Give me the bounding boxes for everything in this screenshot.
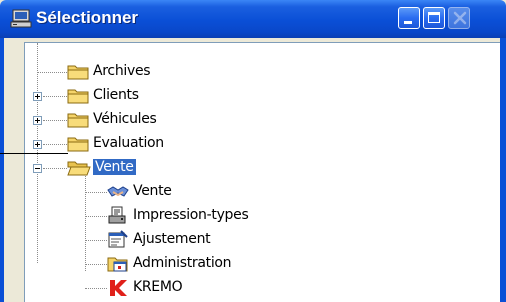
close-button[interactable] (448, 7, 470, 29)
adjustment-form-icon (108, 230, 128, 248)
close-icon (453, 11, 467, 25)
expand-plus-icon[interactable] (33, 92, 42, 101)
tree-item-label: KREMO (133, 279, 183, 295)
printer-document-icon (108, 206, 126, 224)
handshake-icon (107, 186, 129, 197)
tree-line (43, 168, 67, 169)
tree-line (85, 264, 107, 265)
collapse-minus-icon[interactable] (33, 164, 42, 173)
tree-item-label: Clients (93, 87, 139, 103)
tree-line (43, 120, 67, 121)
minimize-icon (404, 21, 412, 24)
tree-item-label: Impression-types (133, 207, 249, 223)
tree-item-kremo[interactable]: KREMO (25, 277, 495, 299)
maximize-icon (428, 12, 440, 23)
calendar-window-icon (107, 257, 128, 272)
tree-line (43, 144, 67, 145)
title-bar[interactable]: Sélectionner (0, 0, 506, 38)
tree-item-impression-types[interactable]: Impression-types (25, 205, 495, 227)
tree-line (85, 240, 107, 241)
tree-item-label: Evaluation (93, 135, 164, 151)
tree-item-label: Ajustement (133, 231, 211, 247)
tree-item-ajustement[interactable]: Ajustement (25, 229, 495, 251)
tree-line (85, 216, 107, 217)
folder-icon (67, 137, 89, 152)
folder-icon (67, 65, 89, 80)
window-border-left (0, 38, 4, 302)
window-border-right (500, 38, 506, 302)
expand-plus-icon[interactable] (33, 140, 42, 149)
tree-item-vente-folder[interactable]: Vente (25, 157, 495, 179)
tree-line (85, 288, 107, 289)
tree-item-vente[interactable]: Vente (25, 181, 495, 203)
tree-item-archives[interactable]: Archives (25, 61, 495, 83)
maximize-button[interactable] (423, 7, 445, 29)
tree-item-label: Administration (133, 255, 232, 271)
tree-item-label: Vente (93, 159, 136, 175)
tree-item-label: Véhicules (93, 111, 157, 127)
expand-plus-icon[interactable] (33, 116, 42, 125)
folder-icon (67, 89, 89, 104)
tree-item-evaluation[interactable]: Evaluation (25, 133, 495, 155)
tree-item-administration[interactable]: Administration (25, 253, 495, 275)
tree-line (43, 96, 67, 97)
tree-view[interactable]: Archives Clients Véhicules Evaluation Ve… (24, 42, 500, 302)
kremo-logo-icon (110, 280, 127, 296)
tree-item-vehicules[interactable]: Véhicules (25, 109, 495, 131)
tree-item-label: Archives (93, 63, 151, 79)
window-title: Sélectionner (36, 8, 139, 27)
open-folder-icon (67, 161, 91, 176)
tree-item-label: Vente (133, 183, 172, 199)
tree-line (37, 72, 67, 73)
folder-icon (67, 113, 89, 128)
callout-line (0, 153, 68, 154)
tree-line (85, 192, 107, 193)
select-dialog: Sélectionner Archives Clients Véhicules … (0, 0, 506, 302)
minimize-button[interactable] (398, 7, 420, 29)
computer-icon (10, 9, 32, 28)
tree-item-clients[interactable]: Clients (25, 85, 495, 107)
